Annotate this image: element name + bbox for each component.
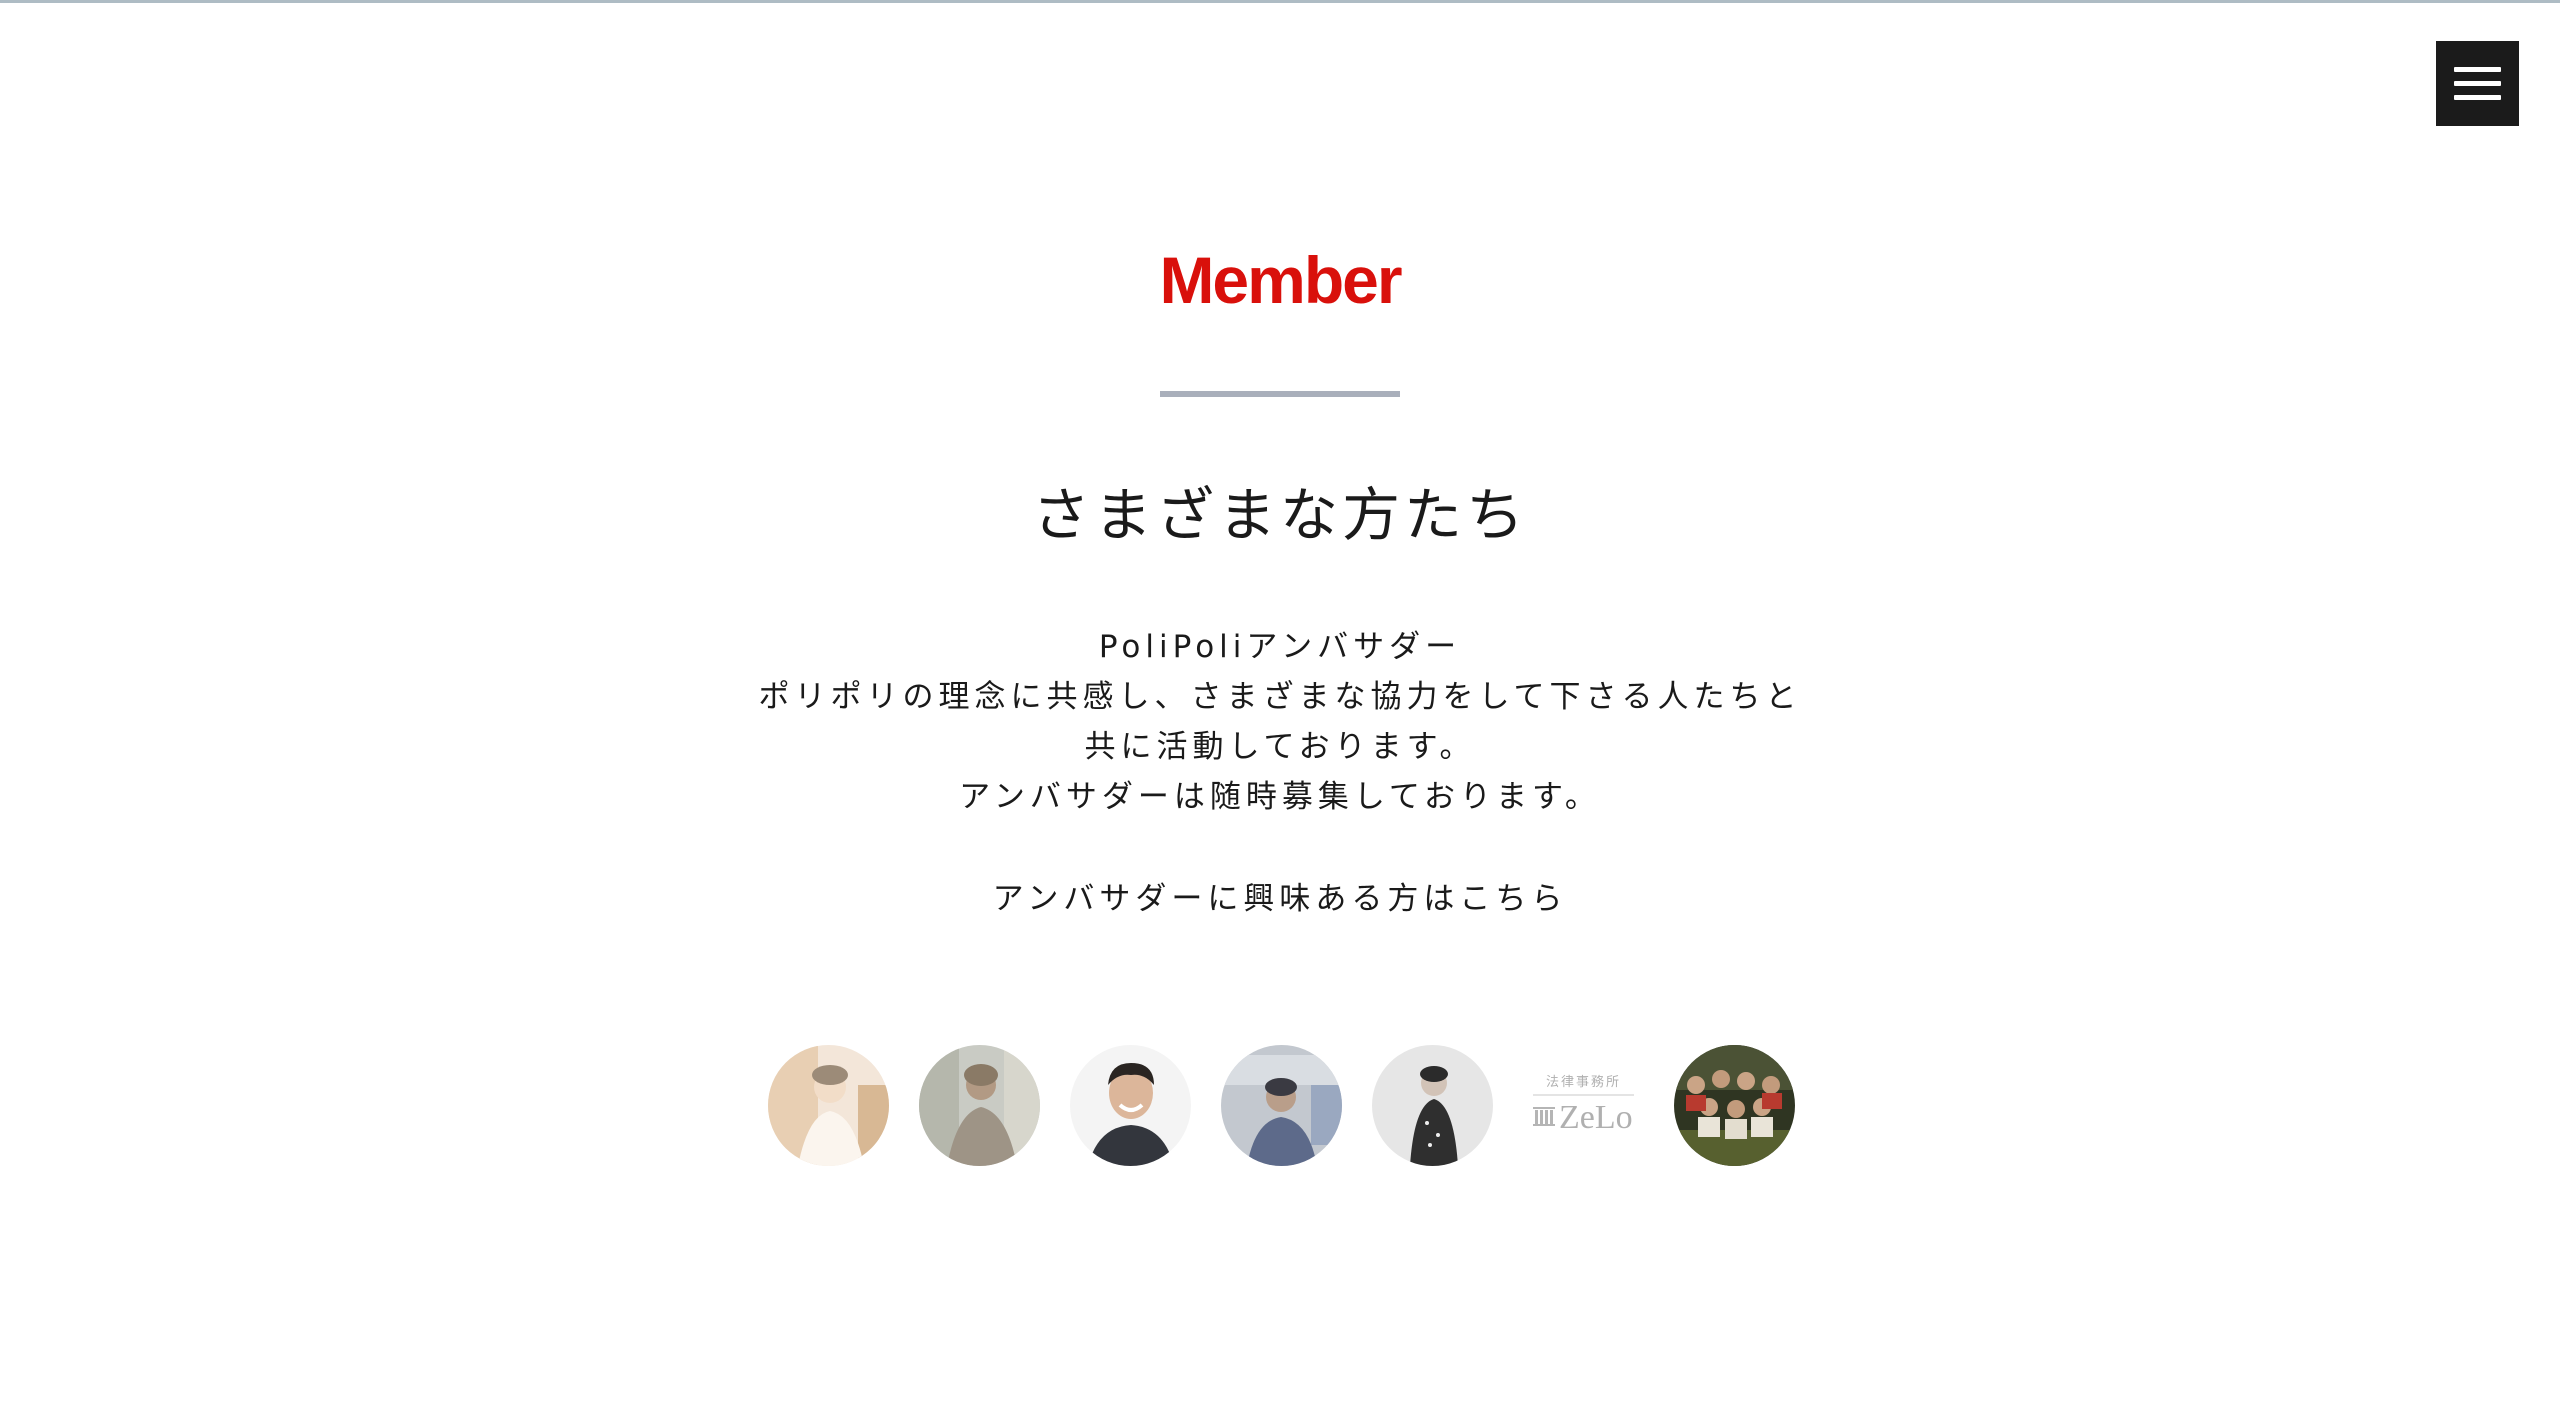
member-avatar-7[interactable]: [1674, 1045, 1795, 1166]
zelo-logo-small-text: 法律事務所: [1545, 1075, 1621, 1090]
hamburger-menu-button[interactable]: [2436, 41, 2519, 126]
description-line: 共に活動しております。: [1084, 729, 1476, 765]
section-title: Member: [1159, 243, 1402, 317]
member-avatar-3[interactable]: [1070, 1045, 1191, 1166]
ambassador-cta-link[interactable]: アンバサダーに興味ある方はこちら: [993, 881, 1568, 917]
member-avatars: 法律事務所 ZeLo: [768, 1045, 1795, 1167]
description-line: PoliPoliアンバサダー: [1098, 629, 1462, 665]
description-line: アンバサダーは随時募集しております。: [959, 779, 1601, 815]
description: PoliPoliアンバサダー ポリポリの理念に共感し、さまざまな協力をして下さる…: [0, 622, 2560, 822]
top-border: [0, 0, 2560, 3]
title-underline: [1160, 391, 1400, 397]
section-subtitle: さまざまな方たち: [1031, 481, 1528, 549]
member-avatar-4[interactable]: [1221, 1045, 1342, 1166]
member-avatar-zelo-logo[interactable]: 法律事務所 ZeLo: [1523, 1045, 1644, 1166]
zelo-logo-main-text: ZeLo: [1559, 1099, 1633, 1136]
ambassador-cta: アンバサダーに興味ある方はこちら: [0, 874, 2560, 924]
description-line: ポリポリの理念に共感し、さまざまな協力をして下さる人たちと: [758, 679, 1802, 715]
page: Member さまざまな方たち PoliPoliアンバサダー ポリポリの理念に共…: [0, 0, 2560, 1408]
member-avatar-5[interactable]: [1372, 1045, 1493, 1166]
member-avatar-2[interactable]: [919, 1045, 1040, 1166]
member-avatar-1[interactable]: [768, 1045, 889, 1166]
